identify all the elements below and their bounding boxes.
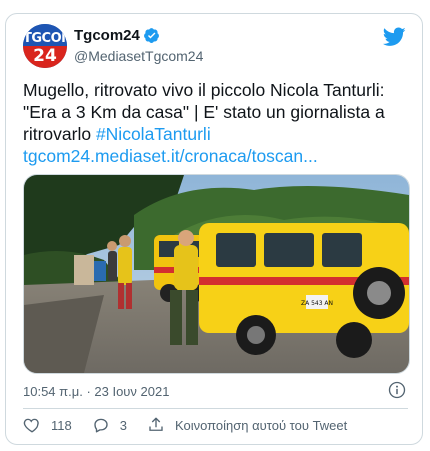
rescue-scene-image: ZA 543 AN: [24, 175, 409, 373]
like-button[interactable]: 118: [23, 416, 72, 434]
hashtag-link[interactable]: #NicolaTanturli: [96, 124, 211, 144]
share-label: Κοινοποίηση αυτού του Tweet: [174, 417, 348, 433]
tweet-timestamp[interactable]: 10:54 π.μ. · 23 Ιουν 2021: [23, 384, 169, 399]
verified-badge-icon: [143, 28, 159, 43]
share-button[interactable]: Κοινοποίηση αυτού του Tweet: [147, 416, 347, 434]
tweet-card[interactable]: TGCOM 24 Tgcom24 @MediasetTgcom24 Mugell…: [5, 13, 423, 445]
avatar-text-bottom: 24: [33, 46, 57, 66]
info-icon[interactable]: [388, 381, 406, 399]
avatar-text-top: TGCOM: [23, 31, 67, 46]
author-name-row[interactable]: Tgcom24: [74, 27, 160, 44]
reply-button[interactable]: 3: [92, 416, 127, 434]
heart-icon: [23, 418, 39, 433]
reply-count: 3: [119, 417, 127, 433]
reply-bubble-icon: [94, 418, 108, 433]
tweet-photo[interactable]: ZA 543 AN: [23, 174, 410, 374]
twitter-bird-icon[interactable]: [383, 27, 406, 47]
author-handle[interactable]: @MediasetTgcom24: [74, 48, 203, 64]
share-upload-icon: [149, 417, 163, 431]
like-count: 118: [51, 417, 72, 433]
divider: [23, 408, 408, 409]
tweet-text: Mugello, ritrovato vivo il piccolo Nicol…: [23, 79, 415, 167]
tweet-actions: 118 3 Κοινοποίηση αυτού του Tweet: [23, 412, 367, 438]
article-link[interactable]: tgcom24.mediaset.it/cronaca/toscan...: [23, 146, 318, 166]
avatar[interactable]: TGCOM 24: [23, 24, 67, 68]
license-plate: ZA 543 AN: [301, 300, 333, 307]
display-name[interactable]: Tgcom24: [74, 27, 140, 44]
